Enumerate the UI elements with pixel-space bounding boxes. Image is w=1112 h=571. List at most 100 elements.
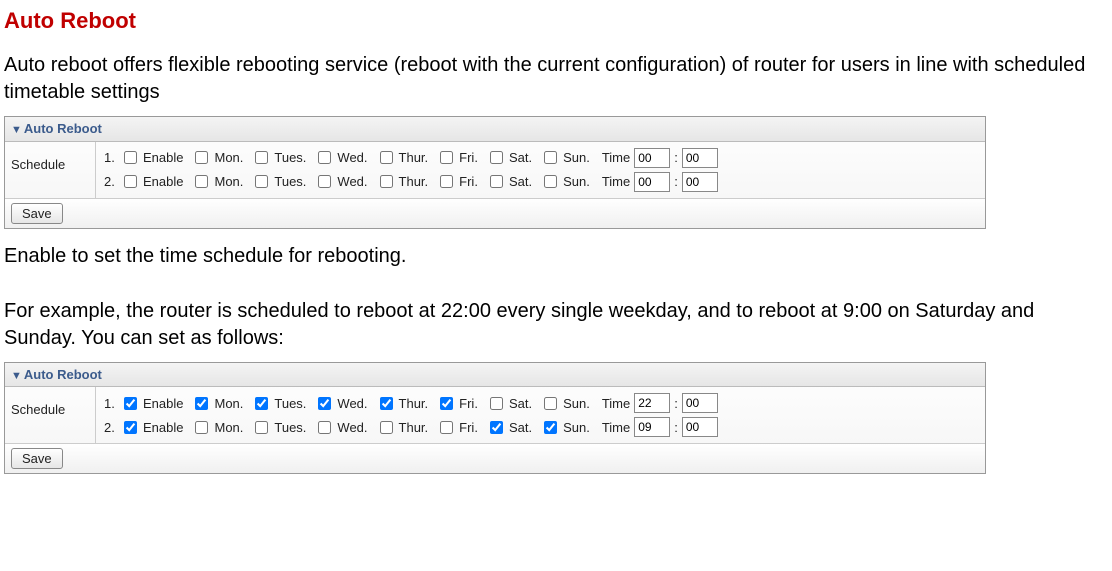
time-label: Time [602,419,630,437]
thu-label: Thur. [399,419,429,437]
enable-label: Enable [143,173,183,191]
time-hour-input[interactable] [634,393,670,413]
time-colon: : [674,149,678,167]
sun-checkbox[interactable] [544,397,557,410]
thu-checkbox[interactable] [380,151,393,164]
sat-checkbox[interactable] [490,421,503,434]
time-minute-input[interactable] [682,172,718,192]
mon-label: Mon. [214,395,243,413]
tue-checkbox[interactable] [255,397,268,410]
panel-header[interactable]: ▼Auto Reboot [5,117,985,142]
fri-checkbox[interactable] [440,175,453,188]
wed-checkbox[interactable] [318,421,331,434]
enable-checkbox[interactable] [124,421,137,434]
sun-checkbox[interactable] [544,175,557,188]
time-hour-input[interactable] [634,148,670,168]
sun-checkbox[interactable] [544,421,557,434]
tue-checkbox[interactable] [255,175,268,188]
schedule-row: 1. Enable Mon. Tues. Wed. Thur. Fri. Sat… [104,391,977,415]
tue-checkbox[interactable] [255,151,268,164]
fri-label: Fri. [459,173,478,191]
time-label: Time [602,173,630,191]
wed-checkbox[interactable] [318,175,331,188]
time-hour-input[interactable] [634,417,670,437]
time-label: Time [602,149,630,167]
time-minute-input[interactable] [682,148,718,168]
collapse-icon: ▼ [11,124,22,136]
wed-checkbox[interactable] [318,397,331,410]
sun-label: Sun. [563,173,590,191]
wed-label: Wed. [337,149,367,167]
schedule-row: 2. Enable Mon. Tues. Wed. Thur. Fri. Sat… [104,170,977,194]
enable-checkbox[interactable] [124,397,137,410]
sat-checkbox[interactable] [490,151,503,164]
time-hour-input[interactable] [634,172,670,192]
sat-label: Sat. [509,419,532,437]
mon-checkbox[interactable] [195,175,208,188]
thu-checkbox[interactable] [380,175,393,188]
mon-label: Mon. [214,419,243,437]
schedule-row: 2. Enable Mon. Tues. Wed. Thur. Fri. Sat… [104,415,977,439]
wed-checkbox[interactable] [318,151,331,164]
sun-label: Sun. [563,419,590,437]
schedule-label: Schedule [5,387,96,443]
sun-checkbox[interactable] [544,151,557,164]
thu-label: Thur. [399,395,429,413]
row-index: 1. [104,395,120,413]
fri-label: Fri. [459,149,478,167]
schedule-row: 1. Enable Mon. Tues. Wed. Thur. Fri. Sat… [104,146,977,170]
sat-label: Sat. [509,395,532,413]
mon-checkbox[interactable] [195,151,208,164]
sun-label: Sun. [563,395,590,413]
thu-checkbox[interactable] [380,421,393,434]
fri-label: Fri. [459,419,478,437]
example-text: For example, the router is scheduled to … [4,298,1108,352]
thu-checkbox[interactable] [380,397,393,410]
sun-label: Sun. [563,149,590,167]
sat-checkbox[interactable] [490,175,503,188]
intro-text: Auto reboot offers flexible rebooting se… [4,52,1108,106]
sat-checkbox[interactable] [490,397,503,410]
save-button[interactable]: Save [11,203,63,224]
thu-label: Thur. [399,173,429,191]
mon-label: Mon. [214,173,243,191]
fri-checkbox[interactable] [440,397,453,410]
enable-label: Enable [143,395,183,413]
tue-label: Tues. [274,149,306,167]
schedule-label: Schedule [5,142,96,198]
time-minute-input[interactable] [682,393,718,413]
mon-label: Mon. [214,149,243,167]
mon-checkbox[interactable] [195,421,208,434]
enable-checkbox[interactable] [124,175,137,188]
enable-label: Enable [143,149,183,167]
wed-label: Wed. [337,419,367,437]
time-label: Time [602,395,630,413]
tue-checkbox[interactable] [255,421,268,434]
collapse-icon: ▼ [11,370,22,382]
thu-label: Thur. [399,149,429,167]
row-index: 2. [104,173,120,191]
enable-checkbox[interactable] [124,151,137,164]
tue-label: Tues. [274,395,306,413]
enable-text: Enable to set the time schedule for rebo… [4,243,1108,270]
sat-label: Sat. [509,173,532,191]
fri-checkbox[interactable] [440,151,453,164]
fri-checkbox[interactable] [440,421,453,434]
panel-title: Auto Reboot [24,367,102,382]
mon-checkbox[interactable] [195,397,208,410]
sat-label: Sat. [509,149,532,167]
row-index: 2. [104,419,120,437]
panel-header[interactable]: ▼Auto Reboot [5,363,985,388]
tue-label: Tues. [274,419,306,437]
row-index: 1. [104,149,120,167]
time-minute-input[interactable] [682,417,718,437]
enable-label: Enable [143,419,183,437]
page-title: Auto Reboot [4,6,1108,36]
save-button[interactable]: Save [11,448,63,469]
auto-reboot-panel-2: ▼Auto Reboot Schedule 1. Enable Mon. Tue… [4,362,986,475]
time-colon: : [674,173,678,191]
fri-label: Fri. [459,395,478,413]
panel-title: Auto Reboot [24,121,102,136]
tue-label: Tues. [274,173,306,191]
time-colon: : [674,395,678,413]
